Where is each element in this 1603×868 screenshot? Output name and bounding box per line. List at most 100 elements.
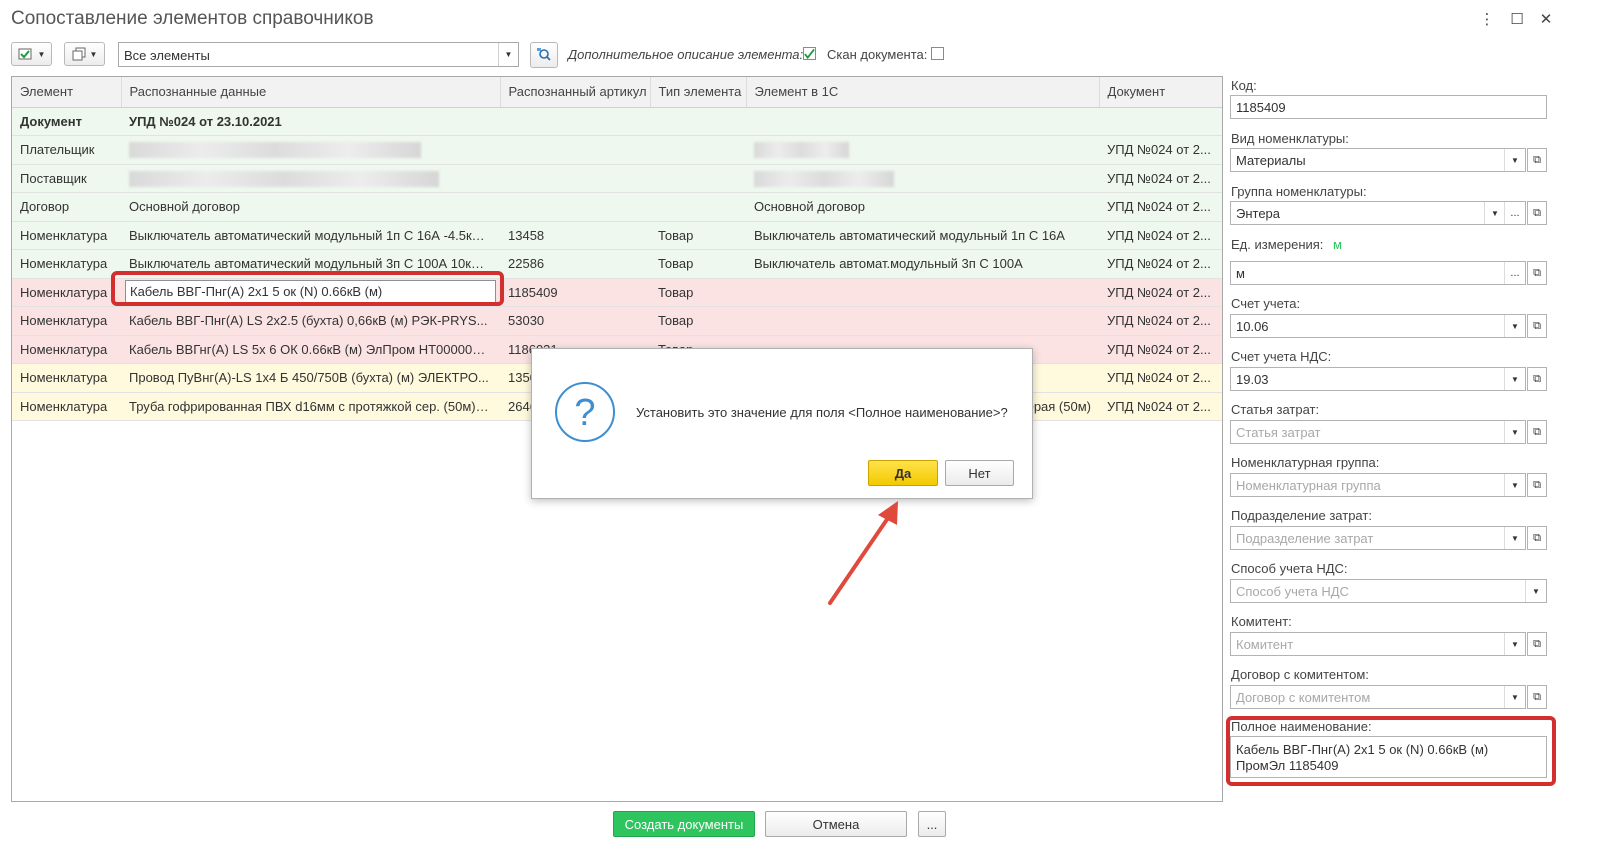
kod-field[interactable]: 1185409 bbox=[1230, 95, 1547, 119]
cell-data: Провод ПуВнг(А)-LS 1х4 Б 450/750В (бухта… bbox=[121, 363, 500, 393]
cell-element: Номенклатура bbox=[12, 363, 121, 393]
cell-element-1c bbox=[746, 135, 1099, 165]
committent-field[interactable]: Комитент ▼ bbox=[1230, 632, 1526, 656]
open-committent-button[interactable]: ⧉ bbox=[1527, 632, 1547, 656]
chevron-down-icon[interactable]: ▼ bbox=[1504, 368, 1525, 390]
chevron-down-icon[interactable]: ▼ bbox=[1504, 686, 1525, 708]
chevron-down-icon[interactable]: ▼ bbox=[1525, 580, 1546, 602]
find-button[interactable] bbox=[530, 42, 558, 68]
extra-desc-checkbox[interactable] bbox=[803, 47, 816, 60]
close-icon[interactable]: ✕ bbox=[1537, 10, 1555, 28]
blurred-data bbox=[129, 142, 421, 159]
chevron-down-icon[interactable]: ▼ bbox=[1484, 202, 1505, 224]
column-header-article[interactable]: Распознанный артикул bbox=[500, 77, 651, 108]
column-header-type[interactable]: Тип элемента bbox=[650, 77, 747, 108]
cell-data bbox=[121, 164, 500, 193]
yes-button[interactable]: Да bbox=[868, 460, 938, 486]
open-vid-button[interactable]: ⧉ bbox=[1527, 148, 1547, 172]
chevron-down-icon[interactable]: ▼ bbox=[1504, 527, 1525, 549]
cancel-button[interactable]: Отмена bbox=[765, 811, 907, 837]
table-row[interactable]: Поставщик УПД №024 от 2... bbox=[12, 164, 1222, 193]
cell-document: УПД №024 от 2... bbox=[1099, 221, 1222, 250]
unit-field[interactable]: м... bbox=[1230, 261, 1526, 285]
division-field[interactable]: Подразделение затрат ▼ bbox=[1230, 526, 1526, 550]
contract-field[interactable]: Договор с комитентом ▼ bbox=[1230, 685, 1526, 709]
vid-value: Материалы bbox=[1236, 153, 1306, 168]
cell-article: 1185409 bbox=[500, 278, 650, 307]
cell-article bbox=[500, 192, 650, 222]
cost-item-field[interactable]: Статья затрат ▼ bbox=[1230, 420, 1526, 444]
more-button[interactable]: ... bbox=[918, 811, 946, 837]
nom-group-field[interactable]: Номенклатурная группа ▼ bbox=[1230, 473, 1526, 497]
chevron-down-icon[interactable]: ▼ bbox=[498, 43, 518, 66]
chevron-down-icon[interactable]: ▼ bbox=[1504, 633, 1525, 655]
column-header-element[interactable]: Элемент bbox=[12, 77, 122, 108]
cell-element-1c: Выключатель автомат.модульный 3п С 100А bbox=[746, 249, 1099, 279]
open-contract-button[interactable]: ⧉ bbox=[1527, 685, 1547, 709]
open-cost-item-button[interactable]: ⧉ bbox=[1527, 420, 1547, 444]
cost-item-placeholder: Статья затрат bbox=[1236, 425, 1321, 440]
cell-document: УПД №024 от 2... bbox=[1099, 335, 1222, 364]
checklist-icon bbox=[18, 48, 32, 60]
maximize-icon[interactable]: ☐ bbox=[1508, 10, 1526, 28]
cell-element: Номенклатура bbox=[12, 306, 121, 336]
account-field[interactable]: 10.06 ▼ bbox=[1230, 314, 1526, 338]
cell-element: Договор bbox=[12, 192, 121, 222]
chevron-down-icon: ▼ bbox=[89, 49, 98, 59]
account-label: Счет учета: bbox=[1231, 296, 1301, 311]
cell-document: УПД №024 от 2... bbox=[1099, 192, 1222, 222]
open-nom-group-button[interactable]: ⧉ bbox=[1527, 473, 1547, 497]
cell-data: Основной договор bbox=[121, 192, 500, 222]
annotation-arrow-icon bbox=[828, 501, 898, 605]
filter-select[interactable]: Все элементы ▼ bbox=[118, 42, 519, 67]
column-header-element-1c[interactable]: Элемент в 1С bbox=[746, 77, 1100, 108]
check-all-button[interactable]: ▼ bbox=[11, 42, 52, 66]
open-icon: ⧉ bbox=[1533, 206, 1541, 219]
cell-type bbox=[650, 192, 746, 222]
cell-element-1c bbox=[746, 306, 1099, 336]
cell-element-1c: Основной договор bbox=[746, 192, 1099, 222]
ellipsis-icon[interactable]: ... bbox=[1504, 262, 1525, 284]
table-row[interactable]: Номенклатура Кабель ВВГ-Пнг(А) LS 2х2.5 … bbox=[12, 306, 1222, 336]
column-header-document[interactable]: Документ bbox=[1099, 77, 1222, 108]
cell-data: Выключатель автоматический модульный 1п … bbox=[121, 221, 500, 250]
group-field[interactable]: Энтера ▼... bbox=[1230, 201, 1526, 225]
cell-document: УПД №024 от 2... bbox=[1099, 249, 1222, 279]
table-row[interactable]: Номенклатура Выключатель автоматический … bbox=[12, 221, 1222, 250]
committent-placeholder: Комитент bbox=[1236, 637, 1294, 652]
unit-value: м bbox=[1236, 266, 1245, 281]
open-group-button[interactable]: ⧉ bbox=[1527, 201, 1547, 225]
open-division-button[interactable]: ⧉ bbox=[1527, 526, 1547, 550]
create-documents-button[interactable]: Создать документы bbox=[613, 811, 755, 837]
open-account-button[interactable]: ⧉ bbox=[1527, 314, 1547, 338]
chevron-down-icon[interactable]: ▼ bbox=[1504, 315, 1525, 337]
nom-group-label: Номенклатурная группа: bbox=[1231, 455, 1380, 470]
no-button[interactable]: Нет bbox=[945, 460, 1014, 486]
nom-group-placeholder: Номенклатурная группа bbox=[1236, 478, 1381, 493]
cell-data: Кабель ВВГ-Пнг(А) LS 2х2.5 (бухта) 0,66к… bbox=[121, 306, 500, 336]
table-row[interactable]: Плательщик УПД №024 от 2... bbox=[12, 135, 1222, 165]
vat-method-field[interactable]: Способ учета НДС ▼ bbox=[1230, 579, 1547, 603]
chevron-down-icon[interactable]: ▼ bbox=[1504, 149, 1525, 171]
open-icon: ⧉ bbox=[1533, 478, 1541, 491]
column-header-recognized-data[interactable]: Распознанные данные bbox=[121, 77, 501, 108]
copy-button[interactable]: ▼ bbox=[64, 42, 105, 66]
ellipsis-icon[interactable]: ... bbox=[1504, 202, 1525, 224]
table-row-document[interactable]: Документ УПД №024 от 23.10.2021 bbox=[12, 107, 1222, 136]
open-vat-account-button[interactable]: ⧉ bbox=[1527, 367, 1547, 391]
cell-element: Поставщик bbox=[12, 164, 121, 193]
scan-checkbox[interactable] bbox=[931, 47, 944, 60]
open-unit-button[interactable]: ⧉ bbox=[1527, 261, 1547, 285]
chevron-down-icon[interactable]: ▼ bbox=[1504, 421, 1525, 443]
chevron-down-icon[interactable]: ▼ bbox=[1504, 474, 1525, 496]
cell-type bbox=[650, 164, 746, 193]
cell-article: 13458 bbox=[500, 221, 650, 250]
vid-field[interactable]: Материалы ▼ bbox=[1230, 148, 1526, 172]
copy-icon bbox=[72, 47, 86, 61]
cell-document: УПД №024 от 2... bbox=[1099, 278, 1222, 307]
vat-account-field[interactable]: 19.03 ▼ bbox=[1230, 367, 1526, 391]
cell-document: УПД №024 от 2... bbox=[1099, 392, 1222, 421]
table-row[interactable]: Договор Основной договор Основной догово… bbox=[12, 192, 1222, 222]
more-menu-icon[interactable]: ⋮ bbox=[1478, 10, 1496, 28]
cell-type bbox=[650, 135, 746, 165]
